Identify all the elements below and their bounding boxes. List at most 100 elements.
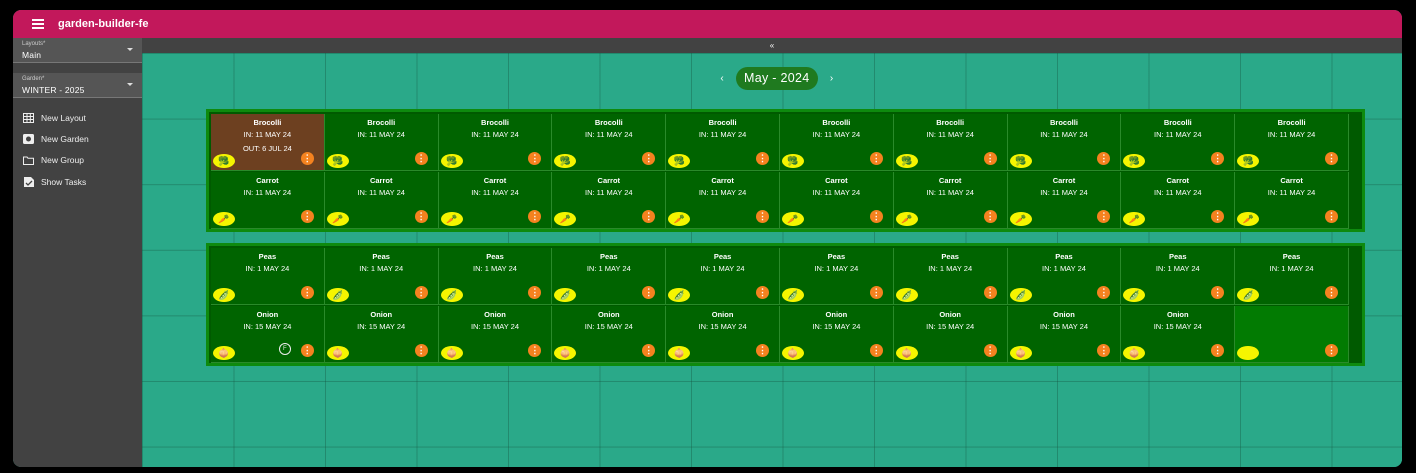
- more-options-icon[interactable]: ⋮: [1324, 152, 1338, 165]
- more-options-icon[interactable]: ⋮: [869, 152, 883, 165]
- planting-cell[interactable]: Peas IN: 1 MAY 24 🫛 ⋮: [893, 248, 1008, 305]
- planting-cell[interactable]: Carrot IN: 11 MAY 24 🥕 ⋮: [779, 172, 894, 229]
- more-options-icon[interactable]: ⋮: [1324, 344, 1338, 357]
- more-options-icon[interactable]: ⋮: [300, 344, 314, 357]
- planting-cell[interactable]: Carrot IN: 11 MAY 24 🥕 ⋮: [666, 172, 780, 229]
- garden-select[interactable]: Garden* WINTER - 2025: [13, 73, 142, 98]
- previous-month-button[interactable]: ‹: [712, 73, 732, 84]
- more-options-icon[interactable]: ⋮: [414, 286, 428, 299]
- more-options-icon[interactable]: ⋮: [414, 152, 428, 165]
- planting-cell[interactable]: Onion IN: 15 MAY 24 🧅 ⋮: [438, 306, 553, 363]
- current-month-label[interactable]: May - 2024: [736, 67, 818, 90]
- planting-cell[interactable]: Brocolli IN: 11 MAY 24 🥦 ⋮: [1007, 114, 1122, 171]
- more-options-icon[interactable]: ⋮: [1097, 210, 1111, 223]
- sidebar-item-label: New Garden: [41, 134, 89, 144]
- more-options-icon[interactable]: ⋮: [983, 210, 997, 223]
- more-options-icon[interactable]: ⋮: [1211, 286, 1225, 299]
- more-options-icon[interactable]: ⋮: [755, 286, 769, 299]
- more-options-icon[interactable]: ⋮: [983, 152, 997, 165]
- more-options-icon[interactable]: ⋮: [1097, 344, 1111, 357]
- planting-cell[interactable]: ⋮: [1235, 306, 1349, 363]
- planting-cell[interactable]: Brocolli IN: 11 MAY 24 🥦 ⋮: [666, 114, 780, 171]
- more-options-icon[interactable]: ⋮: [300, 286, 314, 299]
- planting-cell[interactable]: Onion IN: 15 MAY 24 🧅 ⋮: [552, 306, 667, 363]
- more-options-icon[interactable]: ⋮: [1097, 286, 1111, 299]
- planting-cell[interactable]: Carrot IN: 11 MAY 24 🥕 ⋮: [1007, 172, 1122, 229]
- more-options-icon[interactable]: ⋮: [1211, 344, 1225, 357]
- more-options-icon[interactable]: ⋮: [528, 286, 542, 299]
- planting-cell[interactable]: Peas IN: 1 MAY 24 🫛 ⋮: [666, 248, 780, 305]
- hamburger-menu-icon[interactable]: [32, 19, 46, 29]
- layouts-select-label: Layouts*: [22, 41, 46, 47]
- more-options-icon[interactable]: ⋮: [755, 210, 769, 223]
- more-options-icon[interactable]: ⋮: [1211, 152, 1225, 165]
- more-options-icon[interactable]: ⋮: [1324, 286, 1338, 299]
- sidebar-item-new-garden[interactable]: New Garden: [23, 132, 89, 146]
- more-options-icon[interactable]: ⋮: [1097, 152, 1111, 165]
- sidebar-item-new-group[interactable]: New Group: [23, 153, 84, 167]
- planting-cell[interactable]: Onion IN: 15 MAY 24 🧅 F ⋮: [211, 306, 325, 363]
- planting-cell[interactable]: Peas IN: 1 MAY 24 🫛 ⋮: [779, 248, 894, 305]
- collapse-sidebar-button[interactable]: «: [142, 38, 1402, 53]
- more-options-icon[interactable]: ⋮: [983, 344, 997, 357]
- sidebar-item-new-layout[interactable]: New Layout: [23, 111, 86, 125]
- planting-cell[interactable]: Onion IN: 15 MAY 24 🧅 ⋮: [1007, 306, 1122, 363]
- planting-cell[interactable]: Peas IN: 1 MAY 24 🫛 ⋮: [552, 248, 667, 305]
- planting-cell[interactable]: Brocolli IN: 11 MAY 24 🥦 ⋮: [438, 114, 553, 171]
- planting-cell[interactable]: Carrot IN: 11 MAY 24 🥕 ⋮: [211, 172, 325, 229]
- planting-cell[interactable]: Carrot IN: 11 MAY 24 🥕 ⋮: [438, 172, 553, 229]
- planting-cell[interactable]: Brocolli IN: 11 MAY 24 🥦 ⋮: [324, 114, 439, 171]
- planting-name: Peas: [486, 252, 504, 261]
- more-options-icon[interactable]: ⋮: [755, 344, 769, 357]
- more-options-icon[interactable]: ⋮: [528, 210, 542, 223]
- planting-cell[interactable]: Carrot IN: 11 MAY 24 🥕 ⋮: [552, 172, 667, 229]
- more-options-icon[interactable]: ⋮: [414, 344, 428, 357]
- onion-icon: 🧅: [668, 346, 691, 360]
- planting-cell[interactable]: Brocolli IN: 11 MAY 24 🥦 ⋮: [893, 114, 1008, 171]
- more-options-icon[interactable]: ⋮: [414, 210, 428, 223]
- planting-in-date: IN: 1 MAY 24: [245, 264, 290, 273]
- planting-cell[interactable]: Brocolli IN: 11 MAY 24 🥦 ⋮: [552, 114, 667, 171]
- planting-cell[interactable]: Peas IN: 1 MAY 24 🫛 ⋮: [211, 248, 325, 305]
- planting-cell[interactable]: Brocolli IN: 11 MAY 24 🥦 ⋮: [779, 114, 894, 171]
- more-options-icon[interactable]: ⋮: [528, 344, 542, 357]
- more-options-icon[interactable]: ⋮: [642, 152, 656, 165]
- more-options-icon[interactable]: ⋮: [1324, 210, 1338, 223]
- more-options-icon[interactable]: ⋮: [755, 152, 769, 165]
- planting-cell[interactable]: Onion IN: 15 MAY 24 🧅 ⋮: [893, 306, 1008, 363]
- more-options-icon[interactable]: ⋮: [869, 286, 883, 299]
- planting-cell[interactable]: Carrot IN: 11 MAY 24 🥕 ⋮: [324, 172, 439, 229]
- planting-cell[interactable]: Carrot IN: 11 MAY 24 🥕 ⋮: [1121, 172, 1236, 229]
- more-options-icon[interactable]: ⋮: [869, 344, 883, 357]
- more-options-icon[interactable]: ⋮: [528, 152, 542, 165]
- more-options-icon[interactable]: ⋮: [642, 344, 656, 357]
- more-options-icon[interactable]: ⋮: [300, 210, 314, 223]
- planting-cell[interactable]: Brocolli IN: 11 MAY 24 OUT: 6 JUL 24 🥦 ⋮: [211, 114, 325, 171]
- planting-cell[interactable]: Carrot IN: 11 MAY 24 🥕 ⋮: [893, 172, 1008, 229]
- planting-cell[interactable]: Peas IN: 1 MAY 24 🫛 ⋮: [1121, 248, 1236, 305]
- more-options-icon[interactable]: ⋮: [869, 210, 883, 223]
- more-options-icon[interactable]: ⋮: [300, 152, 314, 165]
- planting-cell[interactable]: Carrot IN: 11 MAY 24 🥕 ⋮: [1235, 172, 1349, 229]
- planting-cell[interactable]: Brocolli IN: 11 MAY 24 🥦 ⋮: [1121, 114, 1236, 171]
- planting-cell[interactable]: Peas IN: 1 MAY 24 🫛 ⋮: [324, 248, 439, 305]
- planting-cell[interactable]: Onion IN: 15 MAY 24 🧅 ⋮: [779, 306, 894, 363]
- next-month-button[interactable]: ›: [822, 73, 842, 84]
- planting-cell[interactable]: Brocolli IN: 11 MAY 24 🥦 ⋮: [1235, 114, 1349, 171]
- planting-in-date: IN: 11 MAY 24: [357, 188, 405, 197]
- planting-cell[interactable]: Peas IN: 1 MAY 24 🫛 ⋮: [1007, 248, 1122, 305]
- planting-in-date: IN: 11 MAY 24: [1154, 188, 1202, 197]
- more-options-icon[interactable]: ⋮: [642, 286, 656, 299]
- planting-in-date: IN: 1 MAY 24: [586, 264, 631, 273]
- planting-cell[interactable]: Peas IN: 1 MAY 24 🫛 ⋮: [438, 248, 553, 305]
- sidebar-item-show-tasks[interactable]: Show Tasks: [23, 175, 86, 189]
- planting-cell[interactable]: Onion IN: 15 MAY 24 🧅 ⋮: [324, 306, 439, 363]
- layouts-select[interactable]: Layouts* Main: [13, 38, 142, 63]
- more-options-icon[interactable]: ⋮: [983, 286, 997, 299]
- planting-cell[interactable]: Onion IN: 15 MAY 24 🧅 ⋮: [666, 306, 780, 363]
- planting-cell[interactable]: Peas IN: 1 MAY 24 🫛 ⋮: [1235, 248, 1349, 305]
- more-options-icon[interactable]: ⋮: [1211, 210, 1225, 223]
- more-options-icon[interactable]: ⋮: [642, 210, 656, 223]
- planting-cell[interactable]: Onion IN: 15 MAY 24 🧅 ⋮: [1121, 306, 1236, 363]
- planting-name: Brocolli: [822, 118, 851, 127]
